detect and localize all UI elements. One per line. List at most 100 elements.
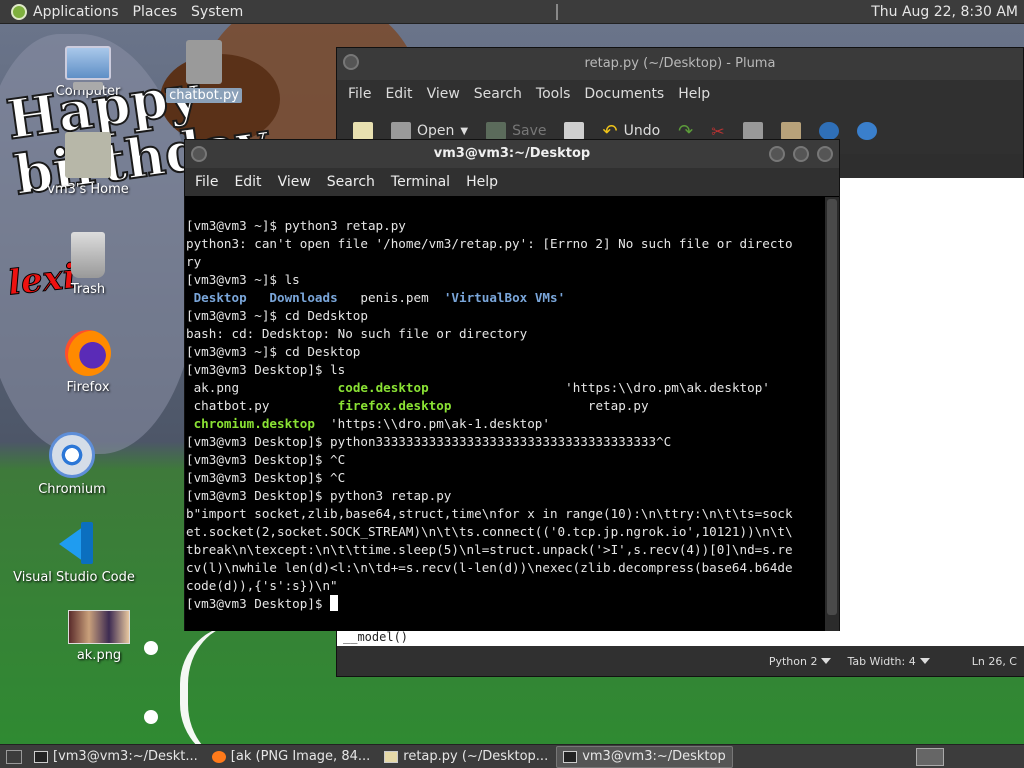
replace-button[interactable]: [851, 122, 883, 140]
terminal-line: tbreak\n\texcept:\n\t\ttime.sleep(5)\nl=…: [186, 542, 793, 557]
pluma-window-menu: [343, 54, 359, 70]
desktop-icon-chromium[interactable]: Chromium: [22, 432, 122, 497]
save-icon: [486, 122, 507, 140]
pluma-menu-tools[interactable]: Tools: [529, 86, 578, 102]
desktop-icon-label: ak.png: [76, 648, 122, 663]
show-desktop-icon[interactable]: [6, 749, 22, 764]
close-icon[interactable]: [817, 146, 833, 162]
desktop-icon-computer[interactable]: Computer: [38, 46, 138, 99]
tab-width-selector[interactable]: Tab Width: 4: [839, 655, 937, 668]
taskbar-item-terminal-1[interactable]: [vm3@vm3:~/Deskt...: [28, 746, 204, 768]
pluma-menu-documents[interactable]: Documents: [577, 86, 671, 102]
copy-icon: [742, 122, 763, 140]
language-label: Python 2: [768, 654, 818, 668]
terminal-scrollbar[interactable]: [825, 197, 839, 631]
chevron-down-icon[interactable]: ▼: [460, 126, 468, 137]
desktop-icon-chatbot[interactable]: chatbot.py: [154, 40, 254, 103]
terminal-line: et.socket(2,socket.SOCK_STREAM)\n\t\ts.c…: [186, 524, 793, 539]
pluma-statusbar: Python 2 Tab Width: 4 Ln 26, C: [337, 646, 1024, 676]
ls-entry: penis.pem: [360, 290, 429, 305]
pluma-menu-edit[interactable]: Edit: [378, 86, 419, 102]
clock[interactable]: Thu Aug 22, 8:30 AM: [871, 4, 1024, 20]
desktop-icon-label: vm3's Home: [47, 182, 129, 197]
terminal-line: b"import socket,zlib,base64,struct,time\…: [186, 506, 793, 521]
terminal-menu-edit[interactable]: Edit: [226, 174, 269, 190]
taskbar-item-firefox[interactable]: [ak (PNG Image, 84...: [206, 746, 376, 768]
save-button[interactable]: Save: [480, 122, 552, 140]
terminal-line: cv(l)\nwhile len(d)<l:\n\td+=s.recv(l-le…: [186, 560, 793, 575]
applications-menu[interactable]: Applications: [0, 3, 126, 20]
terminal-line: [vm3@vm3 Desktop]$ ^C: [186, 470, 346, 485]
cursor-position-label: Ln 26, C: [971, 654, 1017, 668]
minimize-icon[interactable]: [769, 146, 785, 162]
window-menu-icon[interactable]: [343, 54, 359, 70]
pluma-menu-view[interactable]: View: [420, 86, 467, 102]
desktop-icon-firefox[interactable]: Firefox: [38, 330, 138, 395]
text-editor-icon: [384, 750, 399, 763]
copy-button[interactable]: [737, 122, 769, 140]
terminal-line: [vm3@vm3 Desktop]$ ls: [186, 362, 346, 377]
new-document-icon: [353, 122, 373, 140]
terminal-output[interactable]: [vm3@vm3 ~]$ python3 retap.py python3: ca…: [185, 197, 825, 631]
terminal-menu-view[interactable]: View: [270, 174, 319, 190]
print-button[interactable]: [558, 122, 590, 140]
scrollbar-thumb[interactable]: [827, 199, 837, 615]
paste-icon: [780, 122, 801, 140]
terminal-line: ak.png code.desktop 'https:\\dro.pm\ak.d…: [186, 379, 825, 397]
ls-entry: ak.png: [193, 380, 240, 395]
pluma-menu-file[interactable]: File: [341, 86, 378, 102]
desktop-icon-label: chatbot.py: [166, 88, 242, 103]
terminal-line: ry: [186, 254, 202, 269]
terminal-prompt: [vm3@vm3 Desktop]$: [186, 596, 331, 611]
find-replace-icon: [856, 122, 877, 140]
terminal-menu-terminal[interactable]: Terminal: [383, 174, 458, 190]
terminal-line: [vm3@vm3 Desktop]$ python3 retap.py: [186, 488, 452, 503]
language-selector[interactable]: Python 2: [761, 655, 840, 668]
terminal-line: [vm3@vm3 Desktop]$ ^C: [186, 452, 346, 467]
maximize-icon[interactable]: [793, 146, 809, 162]
save-label: Save: [512, 123, 547, 139]
terminal-menu-help[interactable]: Help: [458, 174, 506, 190]
search-icon: [818, 122, 839, 140]
wallpaper-shape: [180, 624, 300, 744]
ls-entry: 'VirtualBox VMs': [443, 290, 566, 305]
cut-button[interactable]: ✂: [705, 122, 730, 141]
desktop-icon-trash[interactable]: Trash: [38, 232, 138, 297]
ls-entry: Desktop: [193, 290, 247, 305]
terminal-menu-search[interactable]: Search: [319, 174, 383, 190]
pluma-menu-search[interactable]: Search: [467, 86, 529, 102]
terminal-line: [vm3@vm3 Desktop]$ python333333333333333…: [186, 434, 672, 449]
taskbar-item-pluma[interactable]: retap.py (~/Desktop...: [378, 746, 554, 768]
tab-width-label: Tab Width: 4: [847, 654, 916, 668]
workspace-switcher[interactable]: [916, 747, 944, 766]
desktop-icon-label: Chromium: [38, 482, 106, 497]
window-menu-icon[interactable]: [191, 146, 207, 162]
applications-menu-label: Applications: [33, 3, 119, 20]
pluma-titlebar[interactable]: retap.py (~/Desktop) - Pluma: [337, 48, 1023, 80]
terminal-line: chromium.desktop 'https:\\dro.pm\ak-1.de…: [186, 415, 825, 433]
terminal-titlebar[interactable]: vm3@vm3:~/Desktop: [185, 140, 839, 168]
desktop-icon-ak-png[interactable]: ak.png: [49, 610, 149, 663]
chromium-icon: [49, 432, 95, 478]
pluma-menubar: File Edit View Search Tools Documents He…: [337, 80, 1023, 108]
system-menu[interactable]: System: [184, 4, 250, 20]
pluma-title: retap.py (~/Desktop) - Pluma: [584, 56, 776, 71]
find-button[interactable]: [813, 122, 845, 140]
desktop-icon-home[interactable]: vm3's Home: [38, 132, 138, 197]
trash-icon: [71, 232, 105, 278]
terminal-title: vm3@vm3:~/Desktop: [433, 146, 591, 161]
ls-entry: chromium.desktop: [193, 416, 315, 431]
firefox-icon: [65, 330, 111, 376]
places-menu[interactable]: Places: [126, 4, 185, 20]
terminal-line: [vm3@vm3 ~]$ python3 retap.py: [186, 218, 406, 233]
terminal-line: [vm3@vm3 ~]$ ls: [186, 272, 300, 287]
open-button[interactable]: Open ▼: [385, 122, 474, 140]
terminal-menu-file[interactable]: File: [187, 174, 226, 190]
panel-separator: [555, 3, 558, 20]
paste-button[interactable]: [775, 122, 807, 140]
firefox-icon: [211, 750, 226, 763]
taskbar-item-terminal-2[interactable]: vm3@vm3:~/Desktop: [556, 745, 733, 768]
pluma-menu-help[interactable]: Help: [671, 86, 717, 102]
new-button[interactable]: [347, 122, 379, 140]
desktop-icon-vscode[interactable]: Visual Studio Code: [4, 520, 144, 585]
